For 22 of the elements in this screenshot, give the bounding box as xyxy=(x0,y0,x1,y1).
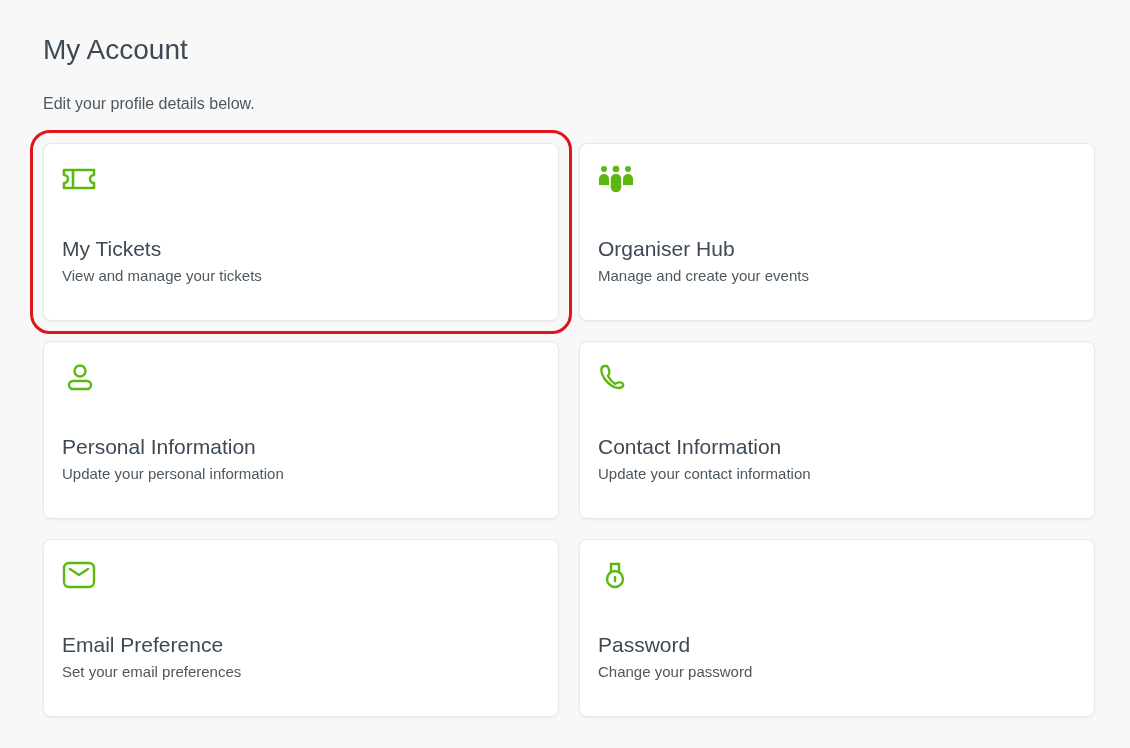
page-title: My Account xyxy=(43,33,189,67)
account-card[interactable]: Organiser Hub Manage and create your events xyxy=(579,143,1095,321)
account-card[interactable]: Password Change your password xyxy=(579,539,1095,717)
card-title: My Tickets xyxy=(62,237,163,261)
account-card[interactable]: Contact Information Update your contact information xyxy=(579,341,1095,519)
card-title: Personal Information xyxy=(62,435,257,459)
page-subtitle: Edit your profile details below. xyxy=(43,95,256,113)
account-card[interactable]: My Tickets View and manage your tickets xyxy=(43,143,559,321)
card-title: Password xyxy=(598,633,692,657)
account-card[interactable]: Email Preference Set your email preferences xyxy=(43,539,559,717)
mail-icon xyxy=(62,561,98,589)
card-description: Update your personal information xyxy=(62,465,285,482)
card-title: Organiser Hub xyxy=(598,237,736,261)
account-card[interactable]: Personal Information Update your personal information xyxy=(43,341,559,519)
card-title: Contact Information xyxy=(598,435,783,459)
card-description: View and manage your tickets xyxy=(62,267,263,284)
card-description: Update your contact information xyxy=(598,465,812,482)
people-icon xyxy=(598,165,634,193)
card-description: Set your email preferences xyxy=(62,663,243,680)
card-description: Change your password xyxy=(598,663,754,680)
card-description: Manage and create your events xyxy=(598,267,810,284)
card-title: Email Preference xyxy=(62,633,225,657)
